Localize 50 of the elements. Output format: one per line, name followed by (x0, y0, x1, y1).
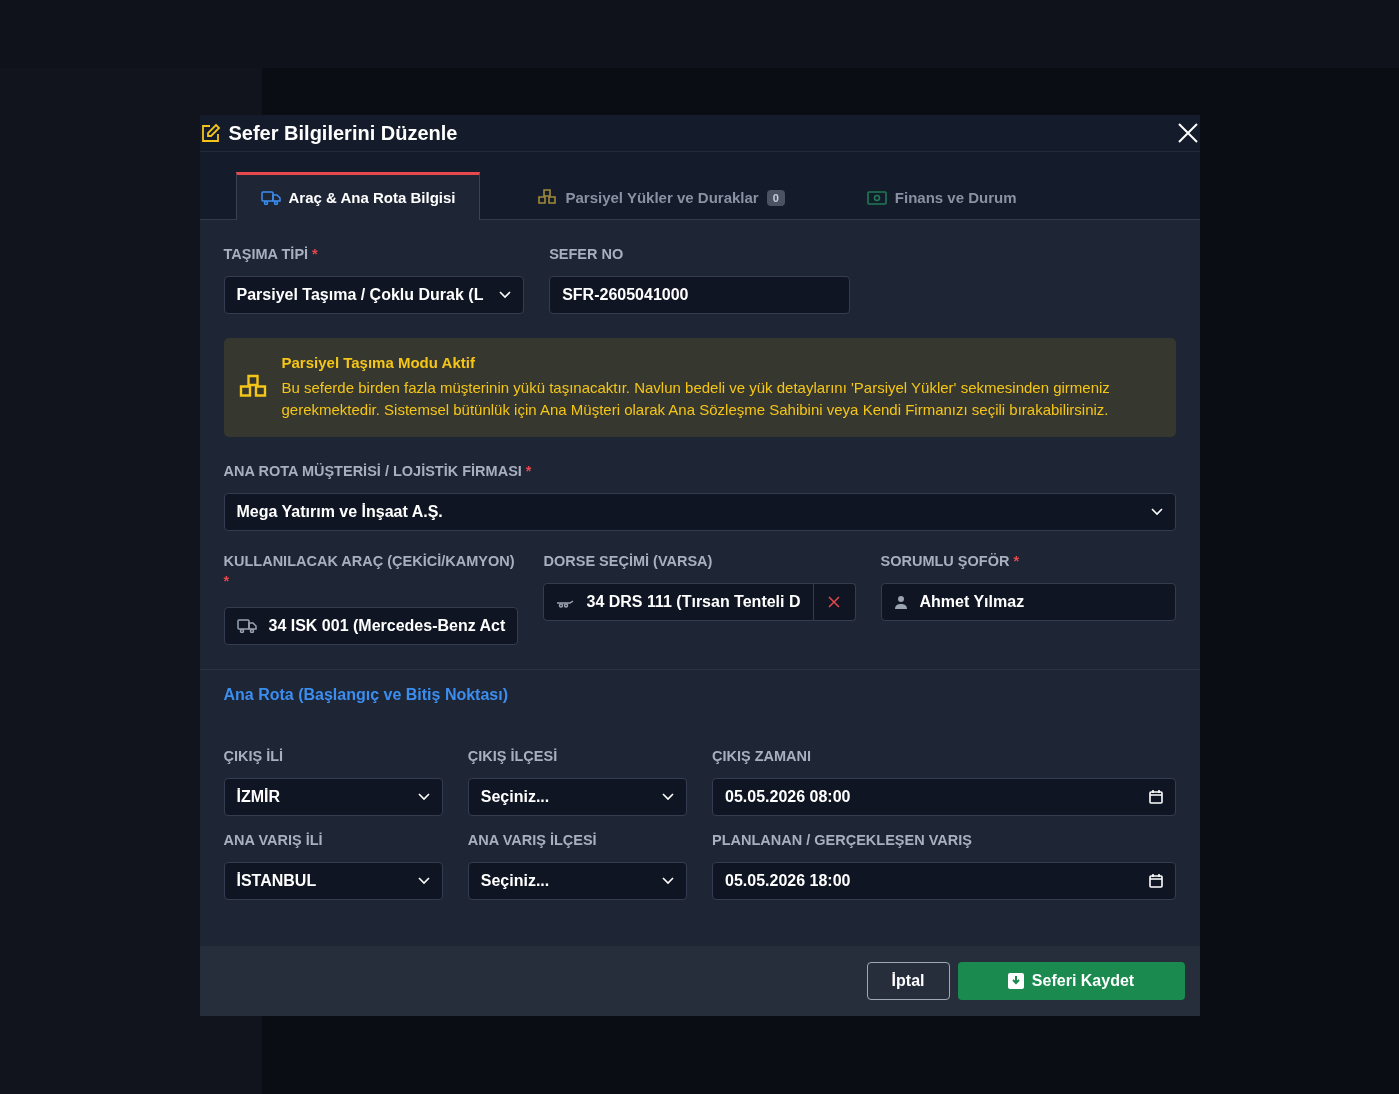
alert-text: Bu seferde birden fazla müşterinin yükü taşınacaktır. Navlun bedeli ve yük detaylarını 'Parsiyel Yükler' sekmesinden girmeniz gerekmektedir. Sistemsel bütünlük için Ana Müşteri olarak Ana Sözleşme Sahibini veya Kendi Firmanızı seçili bırakabilirsiniz. (281, 378, 1111, 420)
banknote-icon (866, 190, 887, 205)
close-icon[interactable] (1177, 123, 1198, 143)
field-label: ÇIKIŞ İLÇESİ (467, 747, 559, 766)
select-field[interactable]: Ahmet Yılmaz (880, 583, 1176, 621)
field-label: ANA ROTA MÜŞTERİSİ / LOJİSTİK FİRMASI * (223, 462, 533, 481)
select-field[interactable]: İZMİR (223, 778, 443, 816)
select-field[interactable]: Seçiniz... (467, 862, 687, 900)
input-field[interactable]: SFR-2605041000 (549, 276, 850, 314)
chevron-down-icon (1150, 508, 1163, 516)
user-icon (893, 595, 908, 609)
calendar-icon (1148, 790, 1163, 804)
date-time-field[interactable]: 05.05.2026 08:00 (712, 778, 1176, 816)
select-field[interactable]: İSTANBUL (223, 862, 443, 900)
edit-icon (200, 123, 221, 143)
field-label: TAŞIMA TİPİ * (223, 245, 319, 264)
section-title: Ana Rota (Başlangıç ve Bitiş Noktası) (223, 686, 509, 704)
chevron-down-icon (417, 793, 430, 801)
select-field[interactable]: 34 ISK 001 (Mercedes-Benz Act (223, 607, 519, 645)
field-label: ÇIKIŞ ZAMANI (712, 747, 813, 766)
calendar-icon (1148, 874, 1163, 888)
truck-icon (260, 190, 281, 205)
close-icon (828, 596, 840, 608)
field-label: ANA VARIŞ İLÇESİ (467, 831, 598, 850)
field-label: ANA VARIŞ İLİ (223, 831, 324, 850)
truck-icon (236, 619, 257, 633)
select-field[interactable]: Seçiniz... (467, 778, 687, 816)
cancel-button[interactable]: İptal (866, 962, 950, 1000)
select-field[interactable]: 34 DRS 111 (Tırsan Tenteli D (543, 583, 814, 621)
select-field[interactable]: Mega Yatırım ve İnşaat A.Ş. (223, 493, 1176, 531)
field-label: SEFER NO (549, 245, 625, 264)
field-label: KULLANILACAK ARAÇ (ÇEKİCİ/KAMYON) * (223, 552, 516, 591)
tab[interactable]: Araç & Ana Rota Bilgisi (235, 172, 481, 220)
tab[interactable]: Finans ve Durum (841, 172, 1042, 220)
field-label: ÇIKIŞ İLİ (223, 747, 285, 766)
field-label: SORUMLU ŞOFÖR * (880, 552, 1021, 571)
chevron-down-icon (662, 793, 674, 801)
alert-title: Parsiyel Taşıma Modu Aktif (281, 354, 476, 371)
field-label: PLANLANAN / GERÇEKLEŞEN VARIŞ (712, 831, 973, 850)
save-button[interactable]: Seferi Kaydet (957, 962, 1185, 1000)
chevron-down-icon (417, 877, 430, 885)
chevron-down-icon (499, 291, 512, 299)
chevron-down-icon (662, 877, 674, 885)
tab[interactable]: Parsiyel Yükler ve Duraklar 0 (512, 172, 810, 220)
dialog-title: Sefer Bilgilerini Düzenle (228, 121, 458, 145)
count-badge: 0 (766, 189, 785, 206)
field-label: DORSE SEÇİMİ (VARSA) (543, 552, 714, 571)
date-time-field[interactable]: 05.05.2026 18:00 (712, 862, 1176, 900)
select-field[interactable]: Parsiyel Taşıma / Çoklu Durak (L (223, 276, 525, 314)
save-icon (1007, 973, 1024, 989)
